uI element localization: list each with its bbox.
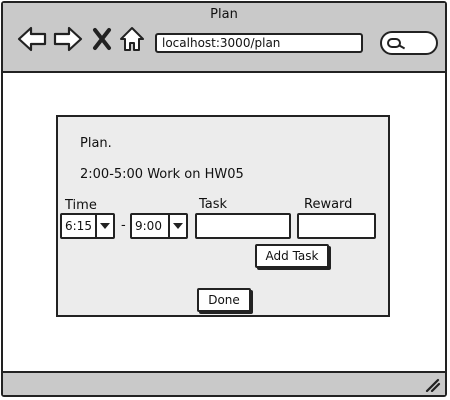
url-bar[interactable]: localhost:3000/plan xyxy=(155,33,363,53)
chevron-down-icon[interactable] xyxy=(95,215,113,237)
task-label: Task xyxy=(199,197,228,212)
task-input[interactable] xyxy=(195,213,291,239)
search-icon xyxy=(387,38,401,48)
back-arrow-icon[interactable] xyxy=(17,25,47,53)
done-button[interactable]: Done xyxy=(197,288,251,312)
start-time-dropdown[interactable]: 6:15 xyxy=(60,213,115,239)
close-x-icon[interactable] xyxy=(91,25,113,53)
start-time-value: 6:15 xyxy=(65,219,92,233)
plan-entry: 2:00-5:00 Work on HW05 xyxy=(80,167,244,182)
browser-search-box[interactable] xyxy=(380,31,438,55)
end-time-value: 9:00 xyxy=(135,219,162,233)
browser-statusbar xyxy=(3,371,445,395)
time-label: Time xyxy=(65,198,97,213)
plan-heading: Plan. xyxy=(80,136,112,151)
chevron-down-icon[interactable] xyxy=(168,215,186,237)
end-time-dropdown[interactable]: 9:00 xyxy=(130,213,188,239)
plan-panel: Plan. 2:00-5:00 Work on HW05 Time Task R… xyxy=(56,115,390,317)
browser-titlebar: Plan localhost:3000/plan xyxy=(3,3,445,73)
home-icon[interactable] xyxy=(119,25,145,53)
browser-window: Plan localhost:3000/plan Plan. 2:00-5:00… xyxy=(1,1,447,397)
time-separator: - xyxy=(121,218,126,233)
window-title: Plan xyxy=(210,7,238,22)
reward-input[interactable] xyxy=(297,213,376,239)
reward-label: Reward xyxy=(304,197,353,212)
resize-grip-icon[interactable] xyxy=(425,378,441,392)
page-content: Plan. 2:00-5:00 Work on HW05 Time Task R… xyxy=(3,73,445,373)
add-task-button[interactable]: Add Task xyxy=(255,244,329,268)
forward-arrow-icon[interactable] xyxy=(53,25,83,53)
